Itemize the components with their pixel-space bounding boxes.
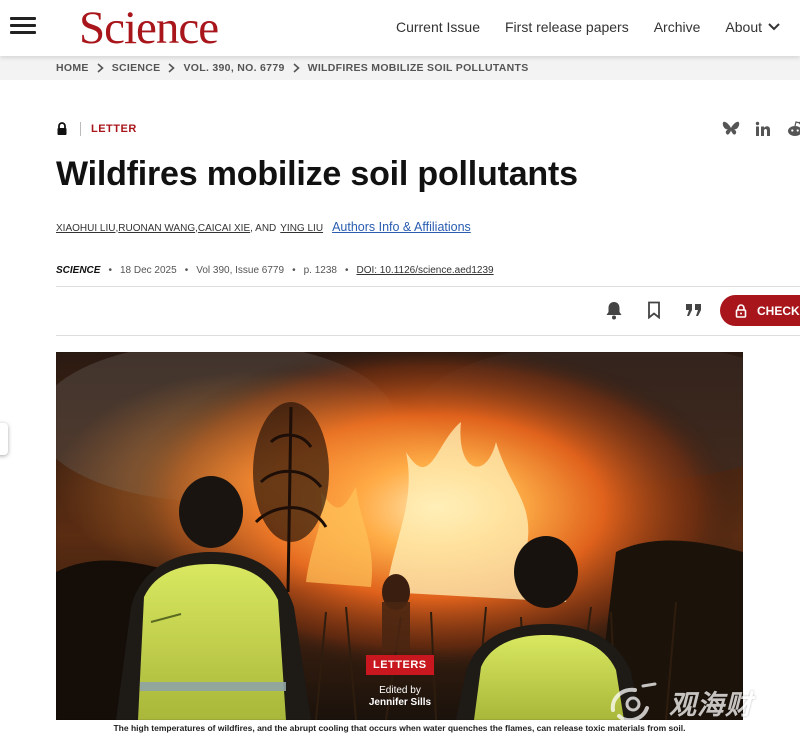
watermark-logo-icon (610, 682, 657, 723)
divider (56, 286, 800, 287)
article-type-label: LETTER (91, 123, 137, 135)
author-link[interactable]: XIAOHUI LIU (56, 223, 115, 234)
bluesky-icon[interactable] (722, 120, 740, 138)
check-access-button[interactable]: CHECK (720, 295, 800, 326)
nav-about-label: About (725, 19, 762, 35)
breadcrumb-bar: HOME SCIENCE VOL. 390, NO. 6779 WILDFIRE… (0, 56, 800, 80)
bell-icon[interactable] (604, 300, 624, 320)
volume-issue: Vol 390, Issue 6779 (196, 265, 285, 276)
journal-name: SCIENCE (56, 265, 101, 276)
nav-first-release-papers[interactable]: First release papers (505, 19, 629, 35)
bookmark-icon[interactable] (644, 300, 664, 320)
publication-date: 18 Dec 2025 (119, 265, 177, 276)
author-link[interactable]: CAICAI XIE (198, 223, 250, 234)
type-divider (80, 122, 81, 136)
breadcrumb-volume[interactable]: VOL. 390, NO. 6779 (183, 62, 284, 74)
chevron-down-icon (768, 23, 780, 31)
lock-icon (57, 122, 67, 135)
chevron-right-icon (168, 63, 176, 73)
author-and: , AND (250, 223, 277, 234)
main-nav: Current Issue First release papers Archi… (396, 19, 780, 35)
meta-bullet: • (344, 265, 349, 276)
authors-info-affiliations-link[interactable]: Authors Info & Affiliations (332, 220, 471, 234)
quote-icon[interactable] (684, 300, 704, 320)
lock-icon (735, 303, 747, 318)
divider (56, 335, 800, 336)
article-title: Wildfires mobilize soil pollutants (56, 155, 578, 193)
meta-bullet: • (292, 265, 296, 276)
breadcrumb-home[interactable]: HOME (56, 62, 89, 74)
breadcrumb-current: WILDFIRES MOBILIZE SOIL POLLUTANTS (307, 62, 529, 74)
breadcrumb: HOME SCIENCE VOL. 390, NO. 6779 WILDFIRE… (56, 62, 529, 74)
linkedin-icon[interactable] (754, 120, 772, 138)
doi-link[interactable]: DOI: 10.1126/science.aed1239 (356, 265, 493, 276)
edited-by: Edited by Jennifer Sills (356, 685, 444, 709)
letters-badge: LETTERS (366, 655, 434, 675)
nav-archive[interactable]: Archive (654, 19, 701, 35)
article-meta: SCIENCE • 18 Dec 2025 • Vol 390, Issue 6… (56, 265, 494, 276)
site-header: Science Current Issue First release pape… (0, 0, 800, 56)
figure-caption: The high temperatures of wildfires, and … (113, 723, 686, 733)
watermark-text: 观海财 (669, 689, 753, 720)
article-figure: LETTERS Edited by Jennifer Sills (56, 352, 743, 720)
article-actions (604, 300, 704, 320)
edited-by-label: Edited by (379, 685, 421, 696)
nav-current-issue[interactable]: Current Issue (396, 19, 480, 35)
author-list: XIAOHUI LIU, RUONAN WANG, CAICAI XIE, AN… (56, 220, 471, 234)
meta-bullet: • (108, 265, 112, 276)
breadcrumb-science[interactable]: SCIENCE (112, 62, 161, 74)
hamburger-menu-icon[interactable] (10, 15, 36, 37)
editor-name: Jennifer Sills (368, 697, 432, 708)
chevron-right-icon (97, 63, 104, 73)
check-access-label: CHECK (757, 303, 800, 318)
author-link[interactable]: RUONAN WANG (118, 223, 195, 234)
nav-about[interactable]: About (725, 19, 780, 35)
science-logo[interactable]: Science (79, 1, 219, 55)
chevron-right-icon (293, 63, 300, 73)
watermark: 观海财 (603, 680, 753, 724)
page-number: p. 1238 (303, 265, 337, 276)
side-panel-tab[interactable] (0, 423, 8, 455)
meta-bullet: • (184, 265, 189, 276)
share-icons (722, 120, 800, 138)
reddit-icon[interactable] (786, 120, 800, 138)
author-link[interactable]: YING LIU (280, 223, 323, 234)
